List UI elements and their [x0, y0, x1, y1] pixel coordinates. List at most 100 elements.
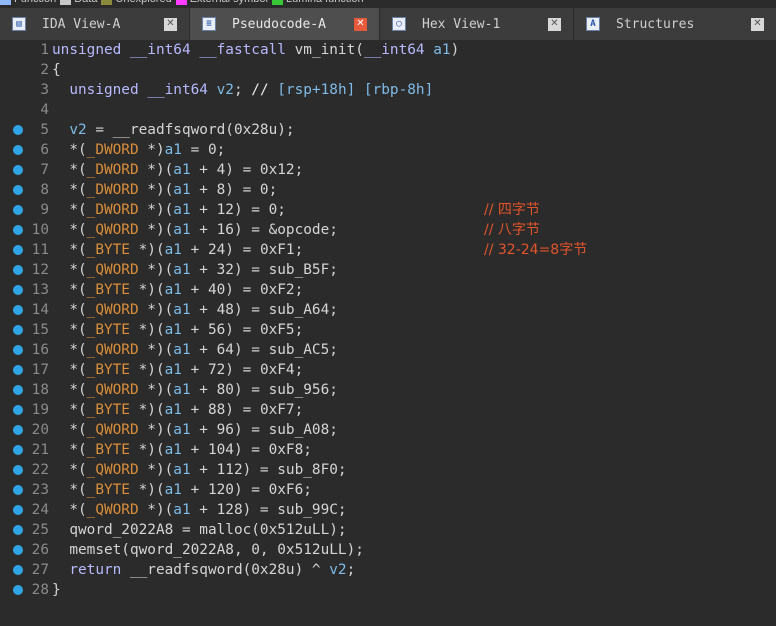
legend-label: Data: [74, 0, 97, 5]
code-line[interactable]: 7 *(_DWORD *)(a1 + 4) = 0x12;: [0, 160, 776, 180]
code-line[interactable]: 10 *(_QWORD *)(a1 + 16) = &opcode; // 八字节: [0, 220, 776, 240]
code-comment: // 32-24=8字节: [484, 242, 588, 258]
line-number: 15: [31, 322, 49, 338]
code-text: *(_DWORD *)(a1 + 8) = 0;: [52, 182, 278, 198]
legend-label: Lumina function: [286, 0, 364, 5]
breakpoint-dot-icon[interactable]: [13, 425, 23, 435]
code-comment: // 八字节: [484, 222, 540, 238]
breakpoint-dot-icon[interactable]: [13, 585, 23, 595]
line-number: 7: [40, 162, 49, 178]
code-line[interactable]: 14 *(_QWORD *)(a1 + 48) = sub_A64;: [0, 300, 776, 320]
code-line[interactable]: 28}: [0, 580, 776, 600]
code-line[interactable]: 2{: [0, 60, 776, 80]
code-line[interactable]: 24 *(_QWORD *)(a1 + 128) = sub_99C;: [0, 500, 776, 520]
line-number: 2: [40, 62, 49, 78]
breakpoint-dot-icon[interactable]: [13, 345, 23, 355]
legend-item: Lumina function: [271, 0, 364, 5]
tab-structures[interactable]: A Structures ✕: [574, 8, 776, 40]
close-icon[interactable]: ✕: [164, 17, 177, 31]
breakpoint-dot-icon[interactable]: [13, 385, 23, 395]
code-text: }: [52, 582, 61, 598]
code-text: *(_QWORD *)(a1 + 16) = &opcode;: [52, 222, 338, 238]
line-number: 16: [31, 342, 49, 358]
breakpoint-dot-icon[interactable]: [13, 125, 23, 135]
tab-label: Pseudocode-A: [232, 16, 326, 32]
tab-label: Structures: [616, 16, 695, 32]
code-text: *(_BYTE *)(a1 + 24) = 0xF1;: [52, 242, 304, 258]
breakpoint-dot-icon[interactable]: [13, 305, 23, 315]
code-text: *(_DWORD *)a1 = 0;: [52, 142, 226, 158]
code-line[interactable]: 6 *(_DWORD *)a1 = 0;: [0, 140, 776, 160]
line-number: 27: [31, 562, 49, 578]
breakpoint-dot-icon[interactable]: [13, 445, 23, 455]
close-icon[interactable]: ✕: [548, 17, 561, 31]
code-comment: // 四字节: [484, 202, 540, 218]
breakpoint-dot-icon[interactable]: [13, 165, 23, 175]
code-line[interactable]: 17 *(_BYTE *)(a1 + 72) = 0xF4;: [0, 360, 776, 380]
code-text: *(_QWORD *)(a1 + 64) = sub_AC5;: [52, 342, 338, 358]
code-line[interactable]: 16 *(_QWORD *)(a1 + 64) = sub_AC5;: [0, 340, 776, 360]
line-number: 1: [40, 42, 49, 58]
breakpoint-dot-icon[interactable]: [13, 185, 23, 195]
line-number: 5: [40, 122, 49, 138]
code-text: unsigned __int64 __fastcall vm_init(__in…: [52, 42, 460, 58]
code-line[interactable]: 22 *(_QWORD *)(a1 + 112) = sub_8F0;: [0, 460, 776, 480]
code-line[interactable]: 18 *(_QWORD *)(a1 + 80) = sub_956;: [0, 380, 776, 400]
code-line[interactable]: 12 *(_QWORD *)(a1 + 32) = sub_B5F;: [0, 260, 776, 280]
breakpoint-dot-icon[interactable]: [13, 405, 23, 415]
code-text: *(_BYTE *)(a1 + 72) = 0xF4;: [52, 362, 304, 378]
breakpoint-dot-icon[interactable]: [13, 565, 23, 575]
code-text: *(_DWORD *)(a1 + 4) = 0x12;: [52, 162, 304, 178]
breakpoint-dot-icon[interactable]: [13, 485, 23, 495]
line-number: 14: [31, 302, 49, 318]
breakpoint-dot-icon[interactable]: [13, 325, 23, 335]
line-number: 21: [31, 442, 49, 458]
code-text: *(_QWORD *)(a1 + 128) = sub_99C;: [52, 502, 347, 518]
tab-pseudocode-a[interactable]: ≡ Pseudocode-A ✕: [190, 8, 380, 40]
code-line[interactable]: 5 v2 = __readfsqword(0x28u);: [0, 120, 776, 140]
legend-swatch: [271, 0, 283, 5]
hex-view-icon: ◯: [392, 17, 406, 31]
code-text: qword_2022A8 = malloc(0x512uLL);: [52, 522, 347, 538]
tab-ida-view-a[interactable]: ▤ IDA View-A ✕: [0, 8, 190, 40]
tab-hex-view-1[interactable]: ◯ Hex View-1 ✕: [380, 8, 574, 40]
code-line[interactable]: 23 *(_BYTE *)(a1 + 120) = 0xF6;: [0, 480, 776, 500]
line-number: 8: [40, 182, 49, 198]
code-line[interactable]: 21 *(_BYTE *)(a1 + 104) = 0xF8;: [0, 440, 776, 460]
legend-item: External symbol: [175, 0, 268, 5]
line-number: 22: [31, 462, 49, 478]
breakpoint-dot-icon[interactable]: [13, 505, 23, 515]
line-number: 13: [31, 282, 49, 298]
close-icon[interactable]: ✕: [751, 17, 764, 31]
code-line[interactable]: 19 *(_BYTE *)(a1 + 88) = 0xF7;: [0, 400, 776, 420]
line-number: 19: [31, 402, 49, 418]
breakpoint-dot-icon[interactable]: [13, 525, 23, 535]
breakpoint-dot-icon[interactable]: [13, 145, 23, 155]
code-line[interactable]: 9 *(_DWORD *)(a1 + 12) = 0; // 四字节: [0, 200, 776, 220]
code-line[interactable]: 27 return __readfsqword(0x28u) ^ v2;: [0, 560, 776, 580]
breakpoint-dot-icon[interactable]: [13, 245, 23, 255]
code-line[interactable]: 4: [0, 100, 776, 120]
breakpoint-dot-icon[interactable]: [13, 465, 23, 475]
code-line[interactable]: 15 *(_BYTE *)(a1 + 56) = 0xF5;: [0, 320, 776, 340]
code-line[interactable]: 3 unsigned __int64 v2; // [rsp+18h] [rbp…: [0, 80, 776, 100]
code-text: *(_BYTE *)(a1 + 104) = 0xF8;: [52, 442, 312, 458]
code-line[interactable]: 20 *(_QWORD *)(a1 + 96) = sub_A08;: [0, 420, 776, 440]
code-line[interactable]: 8 *(_DWORD *)(a1 + 8) = 0;: [0, 180, 776, 200]
legend-label: Unexplored: [115, 0, 171, 5]
breakpoint-dot-icon[interactable]: [13, 545, 23, 555]
breakpoint-dot-icon[interactable]: [13, 205, 23, 215]
close-icon[interactable]: ✕: [354, 17, 367, 31]
breakpoint-dot-icon[interactable]: [13, 265, 23, 275]
code-line[interactable]: 11 *(_BYTE *)(a1 + 24) = 0xF1; // 32-24=8…: [0, 240, 776, 260]
breakpoint-dot-icon[interactable]: [13, 285, 23, 295]
code-line[interactable]: 25 qword_2022A8 = malloc(0x512uLL);: [0, 520, 776, 540]
code-line[interactable]: 26 memset(qword_2022A8, 0, 0x512uLL);: [0, 540, 776, 560]
code-line[interactable]: 1 unsigned __int64 __fastcall vm_init(__i…: [0, 40, 776, 60]
breakpoint-dot-icon[interactable]: [13, 365, 23, 375]
pseudocode-editor[interactable]: 1 unsigned __int64 __fastcall vm_init(__i…: [0, 40, 776, 626]
tab-label: IDA View-A: [42, 16, 121, 32]
code-line[interactable]: 13 *(_BYTE *)(a1 + 40) = 0xF2;: [0, 280, 776, 300]
breakpoint-dot-icon[interactable]: [13, 225, 23, 235]
code-text: unsigned __int64 v2; // [rsp+18h] [rbp-8…: [69, 82, 434, 98]
